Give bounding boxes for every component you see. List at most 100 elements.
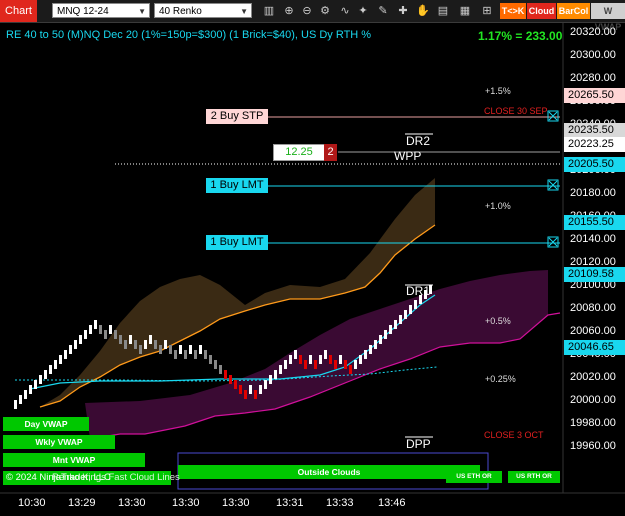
price-tick-label: 20000.00 — [570, 394, 616, 406]
renko-brick — [24, 390, 27, 399]
renko-brick — [134, 340, 137, 349]
renko-brick — [224, 370, 227, 379]
bar-chart-icon[interactable]: ▥ — [262, 4, 276, 18]
window-title[interactable]: Chart — [0, 0, 37, 22]
zoom-out-icon[interactable]: ⊖ — [300, 4, 314, 18]
level-plus-0-5: +0.5% — [485, 316, 511, 326]
renko-brick — [144, 340, 147, 349]
chevron-down-icon: ▼ — [240, 7, 248, 16]
renko-brick — [294, 350, 297, 359]
renko-brick — [229, 375, 232, 384]
renko-brick — [259, 385, 262, 394]
renko-brick — [234, 380, 237, 389]
renko-brick — [284, 360, 287, 369]
renko-brick — [209, 355, 212, 364]
renko-brick — [129, 335, 132, 344]
renko-brick — [409, 305, 412, 314]
wkly-vwap-label: Wkly VWAP — [3, 435, 115, 449]
time-tick-label: 13:30 — [222, 497, 250, 509]
renko-brick — [364, 350, 367, 359]
buy-limit-order-2[interactable]: 1 Buy LMT — [206, 235, 268, 250]
renko-brick — [329, 355, 332, 364]
us-eth-or-label: US ETH OR — [446, 471, 502, 483]
renko-brick — [174, 350, 177, 359]
renko-brick — [69, 345, 72, 354]
renko-brick — [64, 350, 67, 359]
renko-brick — [139, 345, 142, 354]
time-tick-label: 13:29 — [68, 497, 96, 509]
instrument-selector[interactable]: MNQ 12-24 ▼ — [52, 3, 150, 18]
renko-brick — [179, 345, 182, 354]
barcol-button[interactable]: BarCol — [557, 3, 590, 19]
level-dpp: DPP — [406, 437, 431, 451]
renko-brick — [279, 365, 282, 374]
buy-limit-order-1[interactable]: 1 Buy LMT — [206, 178, 268, 193]
renko-brick — [399, 315, 402, 324]
properties-icon[interactable]: ⚙ — [318, 4, 332, 18]
price-tick-label: 19960.00 — [570, 440, 616, 452]
wvwap-button[interactable]: W VWAP — [591, 3, 625, 32]
day-vwap-label: Day VWAP — [3, 417, 89, 431]
indicators-icon[interactable]: ∿ — [338, 4, 352, 18]
time-tick-label: 13:30 — [118, 497, 146, 509]
renko-brick — [164, 340, 167, 349]
renko-brick — [124, 340, 127, 349]
chart-panel[interactable]: RE 40 to 50 (M)NQ Dec 20 (1%=150p=$300) … — [0, 23, 625, 516]
price-tick-label: 20280.00 — [570, 72, 616, 84]
crosshair-icon[interactable]: ✚ — [396, 4, 410, 18]
price-tick-label: 20300.00 — [570, 49, 616, 61]
buy-stop-order[interactable]: 2 Buy STP — [206, 109, 268, 124]
renko-brick — [274, 370, 277, 379]
renko-brick — [299, 355, 302, 364]
renko-brick — [54, 360, 57, 369]
renko-brick — [264, 380, 267, 389]
trade-panel-icon[interactable]: ▤ — [436, 4, 450, 18]
bar-type-selector[interactable]: 40 Renko ▼ — [154, 3, 252, 18]
drawing-tools-icon[interactable]: ✎ — [376, 4, 390, 18]
renko-brick — [404, 310, 407, 319]
position-qty[interactable]: 2 — [324, 144, 337, 161]
renko-brick — [414, 300, 417, 309]
level-wpp: WPP — [394, 149, 422, 163]
renko-brick — [304, 360, 307, 369]
renko-brick — [369, 345, 372, 354]
cloud-button[interactable]: Cloud — [527, 3, 556, 19]
renko-brick — [384, 330, 387, 339]
indicator-watermark: Renko Kings Fast Cloud Lines — [52, 472, 180, 483]
chevron-down-icon: ▼ — [138, 7, 146, 16]
renko-brick — [219, 365, 222, 374]
hand-icon[interactable]: ✋ — [416, 4, 430, 18]
outside-clouds-label: Outside Clouds — [178, 465, 480, 479]
renko-brick — [49, 365, 52, 374]
price-marker: 20155.50 — [564, 214, 625, 230]
price-marker: 20109.58 — [564, 267, 625, 283]
renko-brick — [199, 345, 202, 354]
renko-brick — [334, 360, 337, 369]
renko-brick — [214, 360, 217, 369]
position-pnl[interactable]: 12.25 — [273, 144, 325, 161]
renko-brick — [14, 400, 17, 409]
renko-brick — [169, 345, 172, 354]
renko-brick — [59, 355, 62, 364]
renko-brick — [339, 355, 342, 364]
renko-brick — [319, 355, 322, 364]
renko-brick — [254, 390, 257, 399]
renko-brick — [239, 385, 242, 394]
renko-brick — [359, 355, 362, 364]
price-marker: 20223.25 — [564, 136, 625, 152]
strategies-icon[interactable]: ✦ — [356, 4, 370, 18]
data-box-icon[interactable]: ▦ — [458, 4, 472, 18]
zoom-in-icon[interactable]: ⊕ — [282, 4, 296, 18]
renko-brick — [204, 350, 207, 359]
renko-brick — [119, 335, 122, 344]
renko-brick — [244, 390, 247, 399]
renko-brick — [114, 330, 117, 339]
time-tick-label: 10:30 — [18, 497, 46, 509]
renko-brick — [189, 345, 192, 354]
level-plus-1-0: +1.0% — [485, 201, 511, 211]
chart-toolbar: Chart MNQ 12-24 ▼ 40 Renko ▼ ▥ ⊕ ⊖ ⚙ ∿ ✦ ✎… — [0, 0, 625, 32]
renko-brick — [249, 385, 252, 394]
tk-button[interactable]: T<>K — [500, 3, 526, 19]
grid-icon[interactable]: ⊞ — [480, 4, 494, 18]
renko-brick — [104, 330, 107, 339]
